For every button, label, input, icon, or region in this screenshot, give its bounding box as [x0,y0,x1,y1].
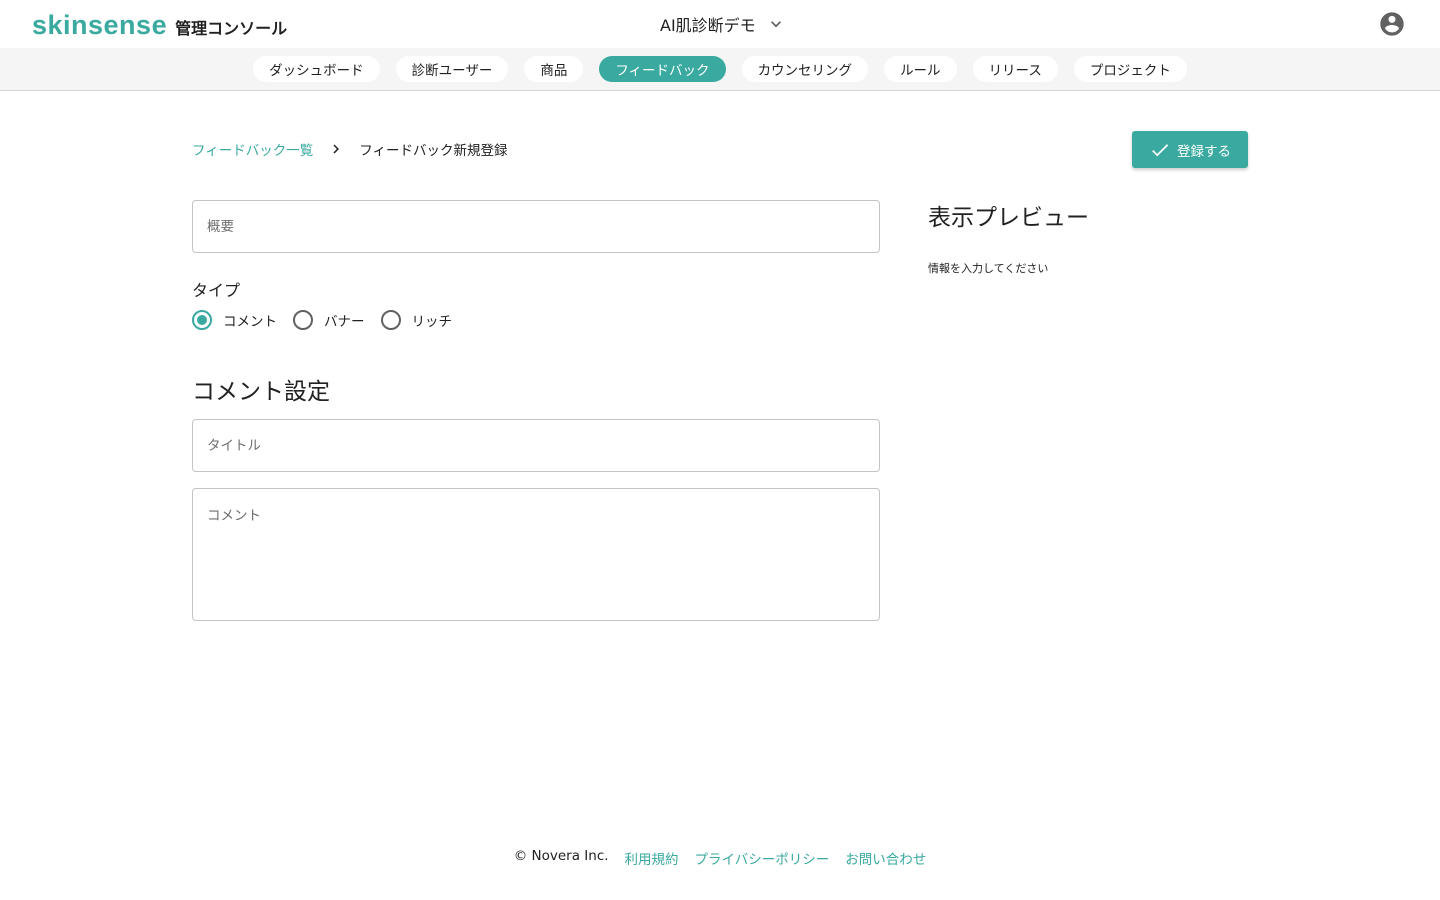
type-option-banner[interactable]: バナー [293,310,365,330]
account-circle-icon[interactable] [1378,10,1406,38]
main-nav: ダッシュボード 診断ユーザー 商品 フィードバック カウンセリング ルール リリ… [0,48,1440,91]
type-option-label: リッチ [411,314,453,330]
app-header: skinsense 管理コンソール AI肌診断デモ [0,0,1440,48]
footer-copyright: © Novera Inc. [513,848,609,864]
project-selector[interactable]: AI肌診断デモ [660,12,786,36]
tab-dashboard[interactable]: ダッシュボード [253,56,380,82]
comment-settings-heading: コメント設定 [192,379,330,405]
tab-releases[interactable]: リリース [972,56,1058,82]
chevron-right-icon [333,144,340,154]
radio-unchecked-icon[interactable] [380,310,401,330]
register-button[interactable]: 登録する [1132,131,1248,168]
footer: © Novera Inc. 利用規約 プライバシーポリシー お問い合わせ [0,848,1440,868]
brand[interactable]: skinsense 管理コンソール [32,10,287,41]
register-button-label: 登録する [1177,143,1231,160]
breadcrumb: フィードバック一覧 フィードバック新規登録 [192,139,507,159]
preview-empty-message: 情報を入力してください [928,262,1049,275]
brand-logo: skinsense [32,10,168,40]
tab-rules[interactable]: ルール [884,56,957,82]
brand-subtitle: 管理コンソール [175,19,288,38]
title-field [192,419,880,472]
footer-link-terms[interactable]: 利用規約 [625,848,679,868]
breadcrumb-feedback-list-link[interactable]: フィードバック一覧 [192,139,313,159]
title-input[interactable] [193,420,879,471]
summary-field [192,200,880,253]
comment-field [192,488,880,621]
type-label: タイプ [192,281,241,300]
footer-link-privacy[interactable]: プライバシーポリシー [695,848,830,868]
comment-textarea[interactable] [193,489,879,620]
tab-diagnosis-users[interactable]: 診断ユーザー [395,56,509,82]
type-option-comment[interactable]: コメント [192,310,277,330]
radio-checked-icon[interactable] [192,310,212,330]
chevron-down-icon [770,21,781,28]
project-name: AI肌診断デモ [660,16,756,35]
nav-tabs: ダッシュボード 診断ユーザー 商品 フィードバック カウンセリング ルール リリ… [0,56,1440,82]
footer-link-contact[interactable]: お問い合わせ [845,848,926,868]
tab-feedback[interactable]: フィードバック [599,56,726,82]
type-option-rich[interactable]: リッチ [380,310,453,330]
radio-unchecked-icon[interactable] [293,310,313,330]
summary-input[interactable] [193,201,879,252]
tab-projects[interactable]: プロジェクト [1073,56,1187,82]
type-option-label: コメント [223,314,277,330]
breadcrumb-current: フィードバック新規登録 [359,143,508,159]
tab-products[interactable]: 商品 [524,56,584,82]
check-icon [1152,143,1169,156]
type-radio-group: コメント バナー リッチ [192,310,468,330]
preview-heading: 表示プレビュー [928,205,1089,231]
type-option-label: バナー [324,314,365,330]
tab-counseling[interactable]: カウンセリング [741,56,869,82]
